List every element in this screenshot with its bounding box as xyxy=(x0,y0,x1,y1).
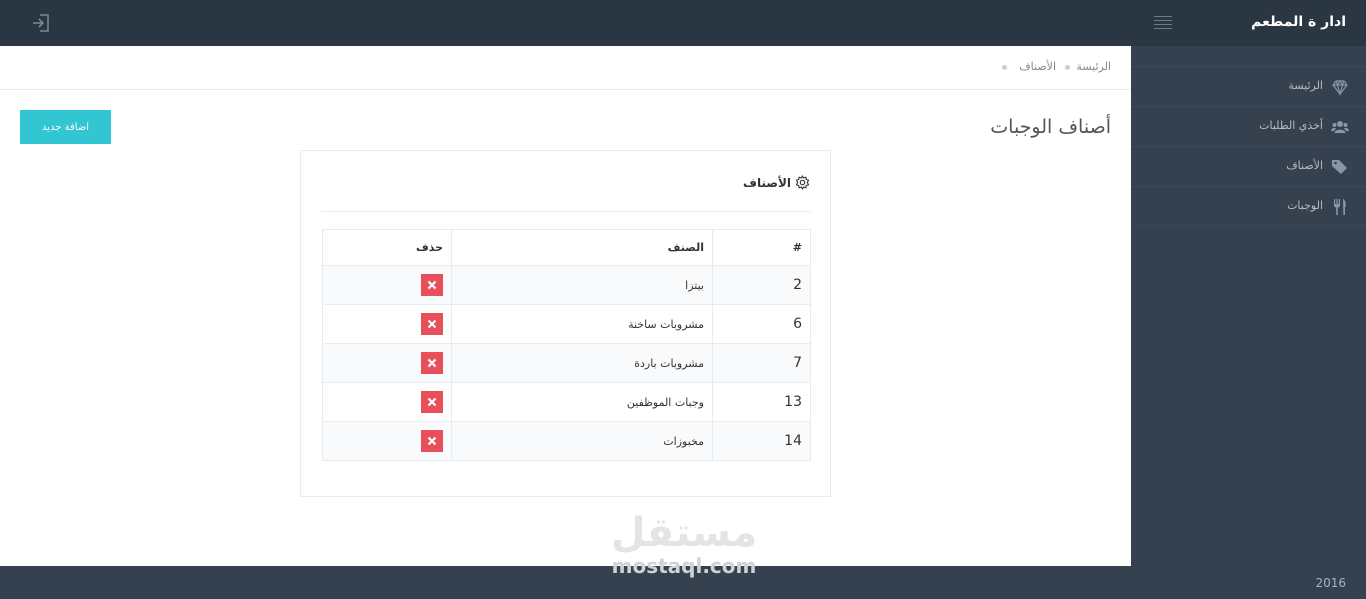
delete-button[interactable] xyxy=(421,430,443,452)
breadcrumb-current-link[interactable]: الأصناف xyxy=(1019,60,1056,73)
delete-button[interactable] xyxy=(421,352,443,374)
top-navbar: ادار ة المطعم xyxy=(0,0,1366,46)
sidebar-item-home[interactable]: الرئيسة xyxy=(1131,66,1366,106)
row-id: 6 xyxy=(712,304,811,344)
table-row: 2 بيتزا xyxy=(322,265,811,305)
table-row: 13 وجبات الموظفين xyxy=(322,382,811,422)
sidebar-item-meals[interactable]: الوجبات xyxy=(1131,186,1366,226)
users-icon xyxy=(1331,118,1349,136)
breadcrumb-home-link[interactable]: الرئيسة xyxy=(1076,60,1111,73)
row-category-name: مخبوزات xyxy=(451,421,713,461)
sidebar-item-categories[interactable]: الأصناف xyxy=(1131,146,1366,186)
sidebar-item-orders[interactable]: أخذي الطلبات xyxy=(1131,106,1366,146)
delete-button[interactable] xyxy=(421,274,443,296)
breadcrumb-separator xyxy=(1065,65,1070,70)
row-id: 2 xyxy=(712,265,811,305)
gear-icon xyxy=(795,175,810,190)
close-icon xyxy=(427,319,437,329)
breadcrumb: الرئيسة الأصناف xyxy=(0,46,1131,90)
row-id: 13 xyxy=(712,382,811,422)
row-id: 7 xyxy=(712,343,811,383)
table-row: 6 مشروبات ساخنة xyxy=(322,304,811,344)
main-content: الرئيسة الأصناف أصناف الوجبات اضافة جديد… xyxy=(0,46,1131,566)
row-id: 14 xyxy=(712,421,811,461)
row-category-name: مشروبات باردة xyxy=(451,343,713,383)
delete-button[interactable] xyxy=(421,391,443,413)
cutlery-icon xyxy=(1331,198,1349,216)
portlet-title-text: الأصناف xyxy=(743,176,791,190)
hamburger-icon[interactable] xyxy=(1154,16,1172,30)
close-icon xyxy=(427,358,437,368)
table-header-row: # الصنف حذف xyxy=(322,229,811,266)
sidebar-item-label: الوجبات xyxy=(1287,199,1323,212)
column-header-category[interactable]: الصنف xyxy=(451,229,713,266)
breadcrumb-separator xyxy=(1002,65,1007,70)
watermark-logo: مستقل mostaql.com xyxy=(604,511,764,577)
sidebar: الرئيسة أخذي الطلبات الأصناف الوجبات xyxy=(1131,46,1366,566)
row-category-name: بيتزا xyxy=(451,265,713,305)
tags-icon xyxy=(1331,158,1349,176)
row-category-name: وجبات الموظفين xyxy=(451,382,713,422)
portlet-divider xyxy=(321,211,810,212)
table-row: 14 مخبوزات xyxy=(322,421,811,461)
close-icon xyxy=(427,280,437,290)
sidebar-item-label: أخذي الطلبات xyxy=(1259,119,1323,132)
delete-button[interactable] xyxy=(421,313,443,335)
page-title: أصناف الوجبات xyxy=(990,116,1111,138)
categories-portlet: الأصناف # الصنف حذف 2 بيتزا 6 مشروبات سا… xyxy=(300,150,831,497)
portlet-title: الأصناف xyxy=(743,175,810,190)
sidebar-item-label: الرئيسة xyxy=(1288,79,1323,92)
column-header-id[interactable]: # xyxy=(712,229,811,266)
sign-out-icon[interactable] xyxy=(31,13,51,33)
add-new-button[interactable]: اضافة جديد xyxy=(20,110,111,144)
close-icon xyxy=(427,436,437,446)
categories-table: # الصنف حذف 2 بيتزا 6 مشروبات ساخنة 7 مش… xyxy=(322,229,811,461)
table-row: 7 مشروبات باردة xyxy=(322,343,811,383)
row-category-name: مشروبات ساخنة xyxy=(451,304,713,344)
close-icon xyxy=(427,397,437,407)
diamond-icon xyxy=(1331,78,1349,97)
footer-year: 2016 xyxy=(1315,576,1346,590)
app-brand[interactable]: ادار ة المطعم xyxy=(1251,14,1346,30)
column-header-delete[interactable]: حذف xyxy=(322,229,452,266)
watermark-latin: mostaql.com xyxy=(611,554,757,578)
sidebar-item-label: الأصناف xyxy=(1286,159,1323,172)
watermark-arabic: مستقل xyxy=(610,510,758,556)
